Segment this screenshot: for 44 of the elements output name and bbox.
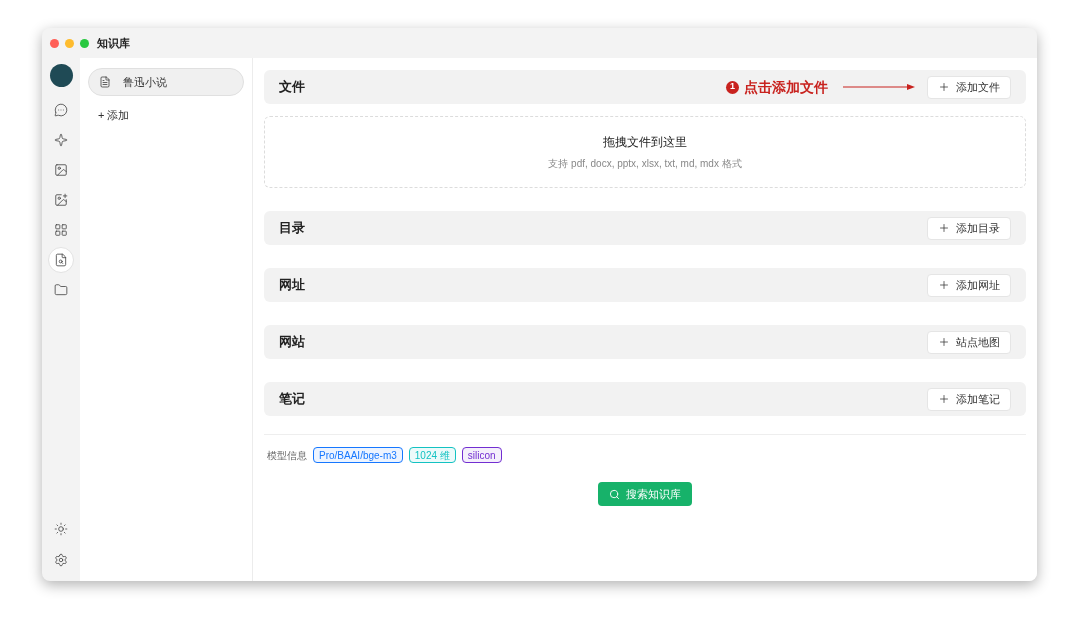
settings-icon[interactable] xyxy=(54,553,68,567)
add-button[interactable]: 添加文件 xyxy=(927,75,1011,99)
section-title: 网址 xyxy=(279,276,305,295)
plus-icon xyxy=(938,393,950,405)
annotation-text: 点击添加文件 xyxy=(744,77,828,97)
model-tag: 1024 维 xyxy=(408,447,456,463)
section-title: 笔记 xyxy=(279,390,305,409)
add-button[interactable]: 添加笔记 xyxy=(927,387,1011,411)
add-button[interactable]: 站点地图 xyxy=(927,330,1011,354)
add-button[interactable]: 添加目录 xyxy=(927,216,1011,240)
section-title: 网站 xyxy=(279,333,305,352)
window-title: 知识库 xyxy=(97,35,130,51)
drop-hint: 支持 pdf, docx, pptx, xlsx, txt, md, mdx 格式 xyxy=(548,157,742,171)
section-title: 目录 xyxy=(279,219,305,238)
drop-title: 拖拽文件到这里 xyxy=(603,134,687,151)
avatar[interactable] xyxy=(49,64,73,87)
file-search-icon xyxy=(54,253,68,267)
document-icon xyxy=(99,76,111,88)
plus-icon xyxy=(938,279,950,291)
step-number-badge: 1 xyxy=(726,80,739,94)
file-drop-zone[interactable]: 拖拽文件到这里 支持 pdf, docx, pptx, xlsx, txt, md, mdx 格式 xyxy=(264,116,1026,188)
plus-icon xyxy=(938,81,950,93)
model-tag: Pro/BAAI/bge-m3 xyxy=(313,447,403,463)
image-plus-icon xyxy=(54,193,68,207)
knowledge-base-name: 鲁迅小说 xyxy=(123,74,167,90)
add-button[interactable]: 添加网址 xyxy=(927,273,1011,297)
search-icon xyxy=(609,488,620,500)
folder-icon xyxy=(54,283,68,297)
plus-icon xyxy=(938,336,950,348)
image-icon xyxy=(54,163,68,177)
arrow-icon xyxy=(843,83,915,91)
section-title: 文件 xyxy=(279,78,305,97)
chat-icon xyxy=(54,103,68,117)
plus-icon xyxy=(938,222,950,234)
model-tag: silicon xyxy=(461,447,502,463)
zoom-window-button[interactable] xyxy=(80,38,89,48)
sidebar-nav-button[interactable] xyxy=(48,247,74,273)
grid-icon xyxy=(54,223,68,237)
theme-toggle-icon[interactable] xyxy=(54,522,68,536)
model-info-label: 模型信息 xyxy=(267,448,307,463)
sparkle-icon xyxy=(54,133,68,147)
close-window-button[interactable] xyxy=(50,38,59,48)
knowledge-base-item[interactable]: 鲁迅小说 xyxy=(88,68,244,96)
add-knowledge-base-link[interactable]: + 添加 xyxy=(98,107,130,124)
